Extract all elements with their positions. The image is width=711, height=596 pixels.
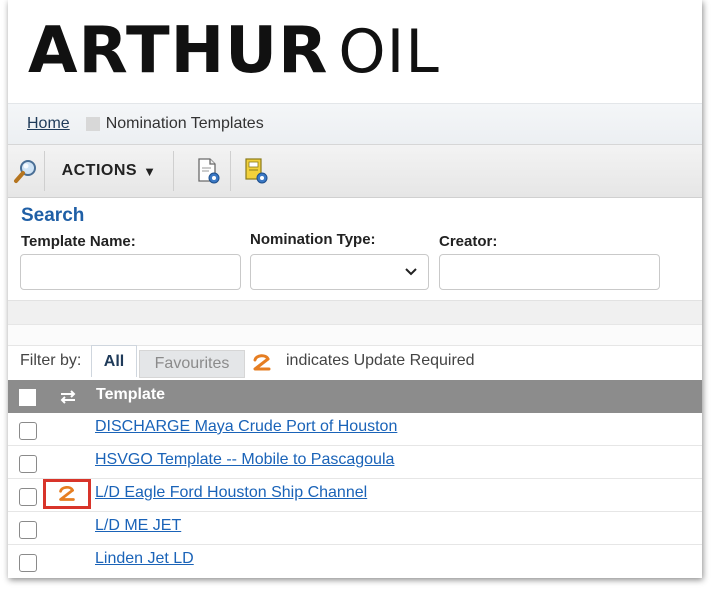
update-required-icon (253, 354, 271, 371)
table-row: L/D Eagle Ford Houston Ship Channel (8, 479, 702, 512)
caret-down-icon: ▼ (143, 163, 157, 179)
magnifier-icon (14, 160, 36, 183)
template-link[interactable]: L/D ME JET (95, 517, 181, 535)
sync-arrows-icon (60, 390, 76, 404)
template-link[interactable]: L/D Eagle Ford Houston Ship Channel (95, 484, 367, 502)
document-gear-icon (198, 158, 220, 184)
actions-menu-button[interactable]: ACTIONS ▼ (45, 151, 174, 191)
creator-input[interactable] (439, 254, 660, 290)
template-name-label: Template Name: (21, 233, 136, 250)
logo-thin-text: OIL (338, 17, 440, 87)
select-all-checkbox[interactable] (19, 389, 36, 406)
search-toggle-button[interactable] (8, 151, 45, 191)
template-link[interactable]: HSVGO Template -- Mobile to Pascagoula (95, 451, 394, 469)
nomination-type-select[interactable] (250, 254, 429, 290)
nomination-type-label: Nomination Type: (250, 231, 376, 248)
breadcrumb-separator-icon (85, 117, 100, 131)
logo-bold-text: ARTHUR (28, 14, 329, 88)
row-checkbox[interactable] (19, 488, 37, 506)
search-title: Search (21, 205, 85, 226)
column-header-template[interactable]: Template (96, 386, 165, 404)
creator-label: Creator: (439, 233, 498, 250)
template-link[interactable]: DISCHARGE Maya Crude Port of Houston (95, 418, 397, 436)
tab-favourites[interactable]: Favourites (139, 350, 245, 378)
search-footer-band (8, 300, 702, 325)
table-row: HSVGO Template -- Mobile to Pascagoula (8, 446, 702, 479)
row-checkbox[interactable] (19, 455, 37, 473)
row-checkbox[interactable] (19, 554, 37, 572)
template-name-input[interactable] (20, 254, 241, 290)
legend-text: indicates Update Required (286, 352, 475, 369)
table-row: Linden Jet LD (8, 545, 702, 577)
breadcrumb-home-link[interactable]: Home (27, 115, 70, 133)
arthur-oil-logo: ARTHUR OIL (28, 14, 440, 88)
table-header: Template (8, 380, 702, 413)
template-gear-icon (245, 158, 268, 184)
breadcrumb: Home Nomination Templates (8, 103, 702, 144)
update-required-highlight[interactable] (43, 479, 91, 509)
table-row: L/D ME JET (8, 512, 702, 545)
update-required-icon (59, 485, 75, 501)
template-link[interactable]: Linden Jet LD (95, 550, 194, 568)
actions-label: ACTIONS (61, 162, 138, 179)
document-settings-button[interactable] (186, 151, 231, 191)
template-settings-button[interactable] (234, 151, 278, 191)
filter-by-label: Filter by: (20, 352, 82, 369)
divider-band (8, 324, 702, 346)
table-row: DISCHARGE Maya Crude Port of Houston (8, 413, 702, 446)
app-frame: ARTHUR OIL Home Nomination Templates ACTI… (8, 0, 702, 578)
row-checkbox[interactable] (19, 422, 37, 440)
toolbar: ACTIONS ▼ (8, 144, 702, 198)
tab-all[interactable]: All (91, 345, 137, 377)
breadcrumb-current: Nomination Templates (105, 115, 264, 132)
chevron-down-icon (405, 268, 417, 276)
row-checkbox[interactable] (19, 521, 37, 539)
